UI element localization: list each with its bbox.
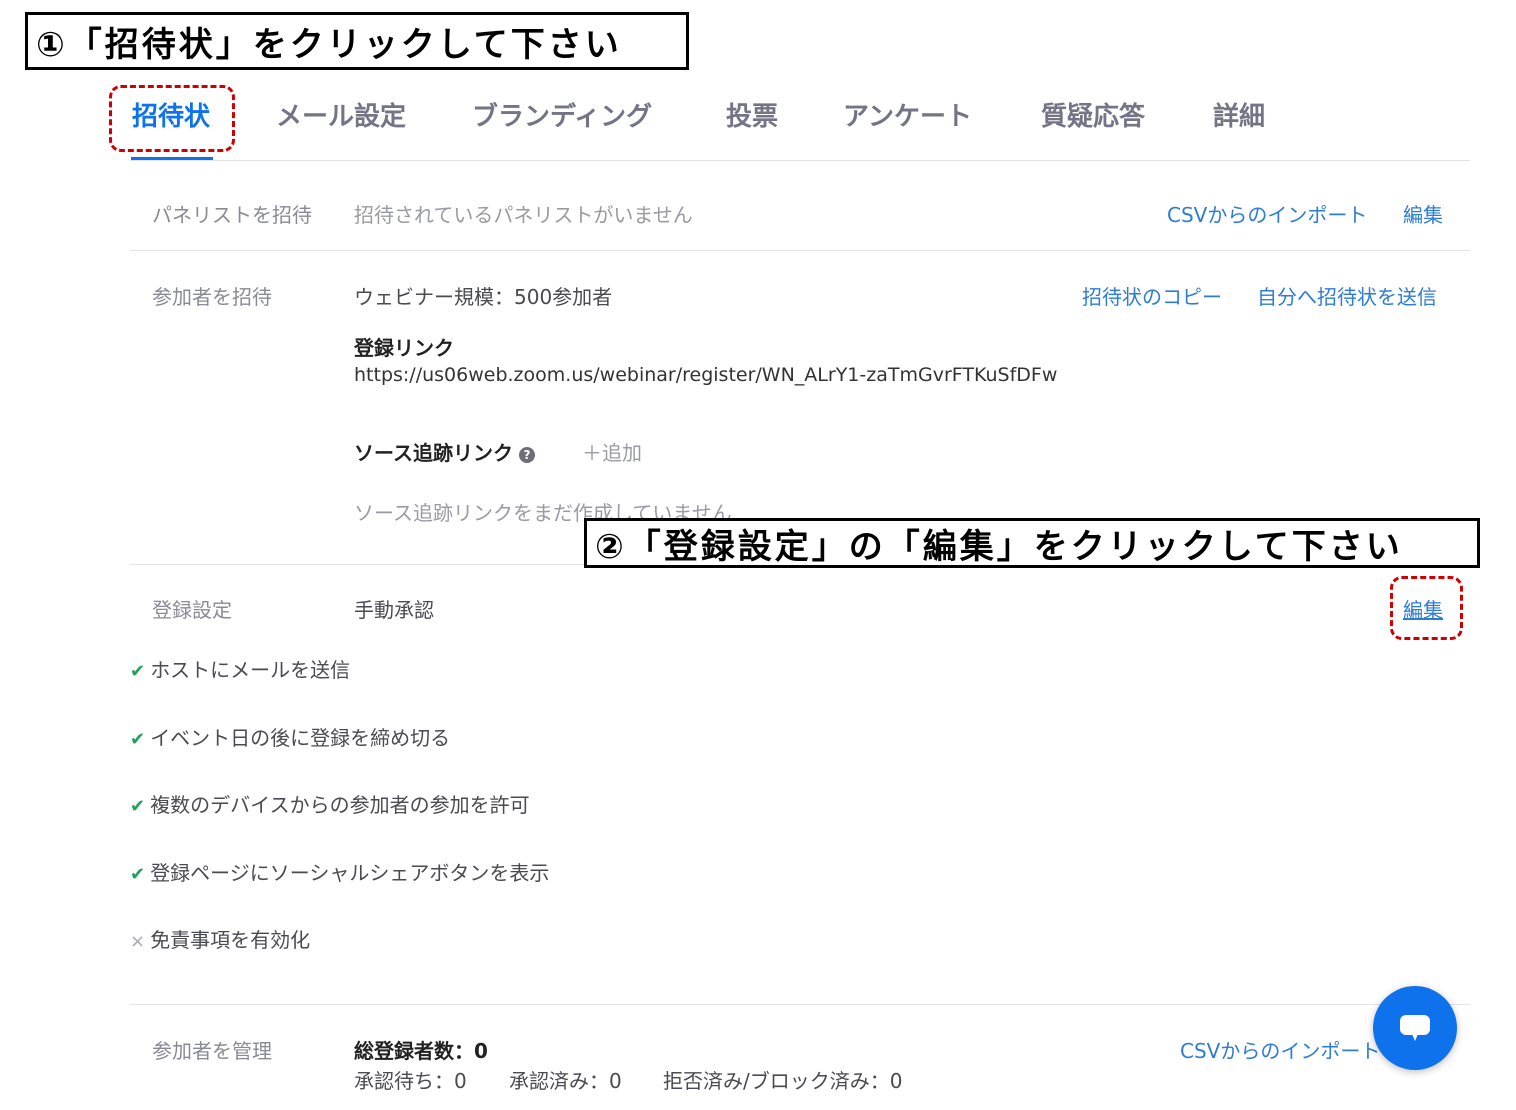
check-icon: ✔ [130, 729, 146, 750]
registration-option: ✔ ホストにメールを送信 [130, 654, 350, 683]
approved-count: 承認済み：0 [509, 1069, 622, 1093]
registration-option: ✔ 複数のデバイスからの参加者の参加を許可 [130, 789, 530, 818]
registration-link-title: 登録リンク [354, 336, 454, 360]
denied-count: 拒否済み/ブロック済み：0 [663, 1069, 903, 1093]
chat-button[interactable] [1373, 986, 1457, 1070]
cross-icon: × [130, 931, 146, 952]
check-icon: ✔ [130, 661, 146, 682]
total-registrants-label: 総登録者数： [354, 1039, 474, 1063]
panelists-edit-link[interactable]: 編集 [1403, 199, 1443, 228]
source-tracking-title: ソース追跡リンク? [354, 437, 535, 466]
registration-link-url[interactable]: https://us06web.zoom.us/webinar/register… [354, 364, 1057, 386]
attendees-label: 参加者を招待 [152, 285, 272, 309]
help-icon[interactable]: ? [519, 446, 535, 463]
panelists-label: パネリストを招待 [152, 203, 312, 227]
send-invitation-to-self-link[interactable]: 自分へ招待状を送信 [1257, 281, 1437, 310]
tab-details[interactable]: 詳細 [1213, 96, 1265, 133]
manage-attendees-label: 参加者を管理 [152, 1039, 272, 1063]
chat-bubble-icon [1400, 1015, 1430, 1041]
highlight-registration-edit [1390, 576, 1463, 640]
tab-divider [130, 160, 1470, 161]
panelists-empty-text: 招待されているパネリストがいません [354, 203, 693, 227]
registration-option-text: 免責事項を有効化 [150, 928, 311, 952]
registration-option-text: 登録ページにソーシャルシェアボタンを表示 [150, 861, 550, 885]
tab-qa[interactable]: 質疑応答 [1041, 96, 1145, 133]
tab-survey[interactable]: アンケート [843, 96, 972, 133]
registration-settings-label: 登録設定 [152, 598, 232, 622]
source-tracking-title-text: ソース追跡リンク [354, 441, 513, 465]
section-divider [130, 250, 1470, 251]
copy-invitation-link[interactable]: 招待状のコピー [1082, 281, 1222, 310]
registration-option-text: イベント日の後に登録を締め切る [150, 726, 451, 750]
registration-option-text: ホストにメールを送信 [150, 658, 351, 682]
check-icon: ✔ [130, 796, 146, 817]
manage-import-csv-link[interactable]: CSVからのインポート [1180, 1035, 1380, 1064]
instruction-callout-step2: ②「登録設定」の「編集」をクリックして下さい [584, 518, 1480, 568]
pending-count: 承認待ち：0 [354, 1069, 467, 1093]
registration-option: ✔ イベント日の後に登録を締め切る [130, 722, 450, 751]
tab-polls[interactable]: 投票 [726, 96, 778, 133]
tab-branding[interactable]: ブランディング [472, 96, 652, 133]
panelists-import-csv-link[interactable]: CSVからのインポート [1167, 199, 1367, 228]
instruction-callout-step1: ①「招待状」をクリックして下さい [25, 12, 689, 70]
registration-option-text: 複数のデバイスからの参加者の参加を許可 [150, 793, 530, 817]
registration-option: × 免責事項を有効化 [130, 924, 310, 953]
webinar-capacity: ウェビナー規模：500参加者 [354, 285, 613, 309]
registration-option: ✔ 登録ページにソーシャルシェアボタンを表示 [130, 857, 549, 886]
total-registrants-value: 0 [474, 1039, 488, 1063]
tab-invitation[interactable]: 招待状 [132, 96, 210, 133]
registration-approval-mode: 手動承認 [354, 598, 434, 622]
add-source-tracking-button[interactable]: ＋追加 [582, 437, 642, 466]
total-registrants: 総登録者数：0 [354, 1035, 488, 1064]
tab-email-settings[interactable]: メール設定 [276, 96, 406, 133]
check-icon: ✔ [130, 864, 146, 885]
section-divider [130, 1004, 1470, 1005]
